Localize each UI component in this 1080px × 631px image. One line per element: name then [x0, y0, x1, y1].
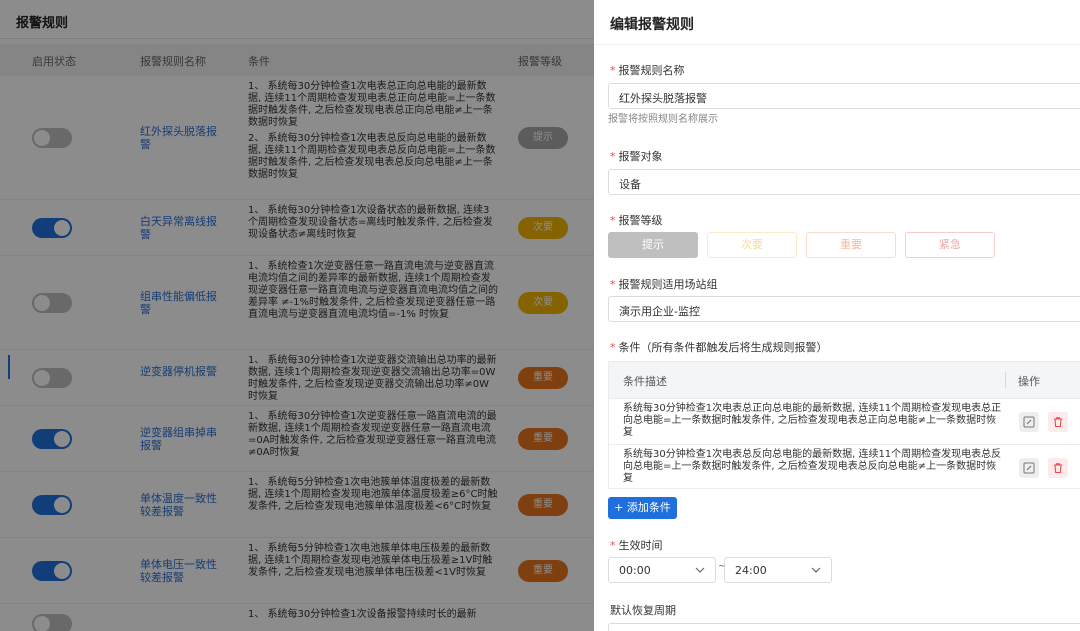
col-operations: 操作 — [1018, 375, 1040, 388]
rule-name-label: * 报警规则名称 — [610, 64, 685, 77]
conditions-table-header: 条件描述 操作 — [609, 362, 1080, 398]
start-time-select[interactable]: 00:00 — [608, 557, 716, 583]
trash-icon — [1054, 463, 1062, 474]
divider — [594, 44, 1080, 45]
edit-rule-drawer: 编辑报警规则 * 报警规则名称 红外探头脱落报警 报警将按照规则名称展示 * 报警对… — [594, 0, 1080, 631]
condition-row: 系统每30分钟检查1次电表总正向总电能的最新数据, 连续11个周期检查发现电表总… — [609, 398, 1080, 444]
required-mark: * — [610, 214, 616, 227]
level-major-button[interactable]: 重要 — [806, 232, 896, 258]
recovery-period-label: 默认恢复周期 — [610, 604, 676, 617]
start-time-value: 00:00 — [619, 564, 651, 577]
drawer-title: 编辑报警规则 — [610, 17, 694, 33]
station-group-select[interactable]: 演示用企业-监控 — [608, 296, 1080, 322]
conditions-table: 条件描述 操作 系统每30分钟检查1次电表总正向总电能的最新数据, 连续11个周… — [608, 361, 1080, 489]
chevron-down-icon — [811, 567, 821, 573]
required-mark: * — [610, 341, 616, 354]
required-mark: * — [610, 278, 616, 291]
delete-condition-button[interactable] — [1048, 412, 1068, 432]
level-label: * 报警等级 — [610, 214, 663, 227]
edit-condition-button[interactable] — [1019, 458, 1039, 478]
effective-time-label: * 生效时间 — [610, 539, 663, 552]
conditions-label: * 条件（所有条件都触发后将生成规则报警） — [610, 341, 828, 354]
end-time-select[interactable]: 24:00 — [724, 557, 832, 583]
level-urgent-button[interactable]: 紧急 — [905, 232, 995, 258]
condition-text: 系统每30分钟检查1次电表总正向总电能的最新数据, 连续11个周期检查发现电表总… — [623, 403, 1002, 438]
required-mark: * — [610, 539, 616, 552]
rules-list-view: 报警规则 启用状态 报警规则名称 条件 报警等级 红外探头脱落报警 1、 系统每3… — [0, 0, 594, 631]
required-mark: * — [610, 150, 616, 163]
column-separator — [1005, 372, 1006, 388]
condition-row: 系统每30分钟检查1次电表总反向总电能的最新数据, 连续11个周期检查发现电表总… — [609, 444, 1080, 490]
delete-condition-button[interactable] — [1048, 458, 1068, 478]
col-description: 条件描述 — [623, 375, 667, 388]
end-time-value: 24:00 — [735, 564, 767, 577]
group-label: * 报警规则适用场站组 — [610, 278, 718, 291]
edit-icon — [1023, 416, 1035, 428]
trash-icon — [1054, 417, 1062, 428]
recovery-period-input[interactable] — [608, 623, 1080, 631]
edit-condition-button[interactable] — [1019, 412, 1039, 432]
chevron-down-icon — [695, 567, 705, 573]
required-mark: * — [610, 64, 616, 77]
edit-icon — [1023, 462, 1035, 474]
rule-name-input[interactable]: 红外探头脱落报警 — [608, 83, 1080, 109]
level-minor-button[interactable]: 次要 — [707, 232, 797, 258]
target-select[interactable]: 设备 — [608, 169, 1080, 195]
level-hint-button[interactable]: 提示 — [608, 232, 698, 258]
modal-overlay[interactable] — [0, 0, 594, 631]
target-label: * 报警对象 — [610, 150, 663, 163]
condition-text: 系统每30分钟检查1次电表总反向总电能的最新数据, 连续11个周期检查发现电表总… — [623, 449, 1002, 484]
add-condition-button[interactable]: + 添加条件 — [608, 497, 677, 519]
rule-name-hint: 报警将按照规则名称展示 — [608, 114, 718, 125]
